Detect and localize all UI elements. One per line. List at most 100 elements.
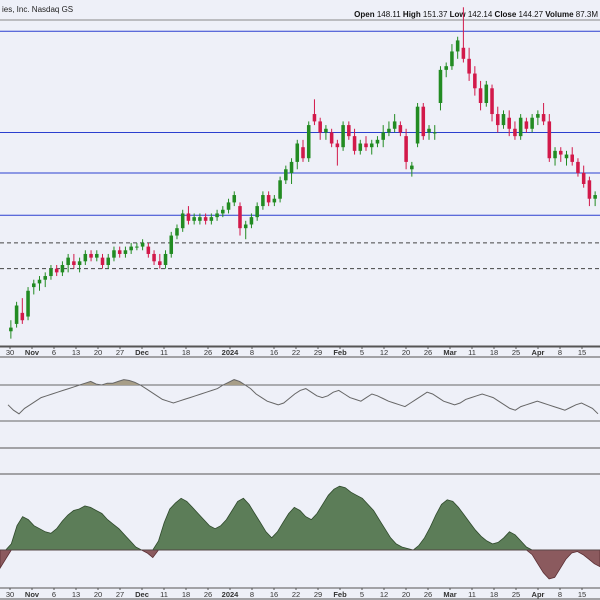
- price-panel: [0, 7, 600, 347]
- candle-body: [501, 114, 506, 126]
- price-tick-label: 2024: [222, 348, 240, 357]
- price-tick-label: 18: [182, 348, 190, 357]
- candle-body: [203, 217, 208, 221]
- candle-body: [329, 132, 334, 144]
- price-tick-label: Apr: [532, 348, 545, 357]
- candle-body: [312, 114, 317, 122]
- ohlc-label-close: Close: [492, 10, 518, 19]
- chart-header: ies, Inc. Nasdaq GS Open 148.11 High 151…: [0, 0, 600, 21]
- candle-body: [335, 143, 340, 148]
- candle-body: [581, 172, 586, 184]
- price-tick-label: 12: [380, 348, 388, 357]
- price-tick-label: 6: [52, 348, 56, 357]
- price-tick-label: 26: [204, 348, 212, 357]
- price-tick-label: 20: [402, 348, 410, 357]
- candle-body: [146, 246, 151, 254]
- candle-body: [576, 161, 580, 173]
- bottom-tick-label: 12: [380, 590, 388, 599]
- bottom-tick-label: Feb: [333, 590, 347, 599]
- bottom-tick-label: 22: [292, 590, 300, 599]
- bottom-tick-label: 6: [52, 590, 56, 599]
- candle-body: [140, 242, 145, 247]
- bottom-tick-label: 11: [468, 590, 476, 599]
- bottom-tick-label: 29: [314, 590, 322, 599]
- candle-body: [404, 136, 408, 162]
- candle-body: [209, 217, 214, 221]
- candle-body: [530, 117, 534, 129]
- candle-body: [243, 224, 248, 229]
- candle-body: [89, 253, 93, 258]
- candle-body: [198, 217, 202, 221]
- candle-body: [289, 161, 294, 173]
- candle-body: [553, 150, 557, 159]
- candle-body: [461, 47, 466, 59]
- candle-body: [518, 117, 523, 137]
- price-tick-label: 8: [250, 348, 254, 357]
- bottom-tick-label: 25: [512, 590, 520, 599]
- bottom-tick-label: Mar: [443, 590, 456, 599]
- candle-body: [72, 261, 76, 265]
- bottom-tick-label: Dec: [135, 590, 149, 599]
- price-tick-label: 11: [468, 348, 476, 357]
- candle-body: [232, 195, 237, 203]
- candle-body: [261, 195, 265, 207]
- bottom-date-axis: 30 Nov 6 13 20 27 Dec 11 18 26 2024 8 16 22 29 Feb 5 12 20…: [0, 587, 600, 600]
- candle-body: [112, 250, 116, 258]
- candle-body: [410, 165, 414, 170]
- ohlc-value-high: 151.37: [423, 10, 448, 19]
- candle-body: [358, 143, 363, 151]
- candle-body: [215, 213, 219, 218]
- ohlc-label-open: Open: [354, 10, 377, 19]
- candle: [169, 231, 174, 258]
- ohlc-value-close: 144.27: [519, 10, 544, 19]
- candle-body: [341, 125, 345, 148]
- candle-body: [507, 117, 511, 129]
- candle-body: [32, 283, 36, 288]
- candle-body: [398, 125, 403, 133]
- candle-body: [278, 180, 282, 199]
- bottom-tick-label: 30: [6, 590, 14, 599]
- price-tick-label: 11: [160, 348, 168, 357]
- candle-body: [129, 246, 133, 251]
- candle-body: [158, 261, 162, 265]
- candle-body: [570, 154, 574, 162]
- candle-body: [421, 106, 426, 137]
- price-tick-label: 29: [314, 348, 322, 357]
- candle-body: [100, 257, 105, 265]
- candle-body: [9, 327, 13, 332]
- candle-body: [347, 125, 351, 137]
- bottom-tick-label: 27: [116, 590, 124, 599]
- bottom-tick-label: 18: [182, 590, 190, 599]
- ohlc-value-low: 142.14: [468, 10, 493, 19]
- candle-body: [473, 73, 477, 89]
- candle: [484, 80, 489, 107]
- candle-body: [450, 51, 454, 67]
- candle-body: [432, 132, 437, 134]
- candle-body: [180, 213, 185, 229]
- candle-body: [375, 139, 380, 144]
- ohlc-label-high: High: [401, 10, 423, 19]
- ohlc-value-open: 148.11: [377, 10, 401, 19]
- candle-body: [272, 198, 277, 203]
- candle-body: [495, 114, 500, 126]
- price-tick-label: Dec: [135, 348, 149, 357]
- price-tick-label: 16: [270, 348, 278, 357]
- bottom-tick-label: Nov: [25, 590, 40, 599]
- candle: [415, 103, 420, 148]
- candle-body: [95, 253, 99, 258]
- candle-body: [221, 209, 225, 214]
- candle-body: [524, 121, 529, 129]
- bottom-tick-label: 20: [402, 590, 410, 599]
- candle-body: [564, 154, 569, 159]
- candle-body: [369, 143, 374, 148]
- candle-body: [255, 206, 259, 218]
- bottom-tick-label: 2024: [222, 590, 240, 599]
- candle-body: [427, 128, 431, 133]
- bottom-tick-label: 26: [424, 590, 432, 599]
- price-tick-label: 8: [558, 348, 562, 357]
- candle: [14, 301, 19, 328]
- candle-body: [381, 132, 385, 140]
- candle-body: [175, 228, 179, 236]
- candle-body: [352, 136, 357, 151]
- price-tick-label: 26: [424, 348, 432, 357]
